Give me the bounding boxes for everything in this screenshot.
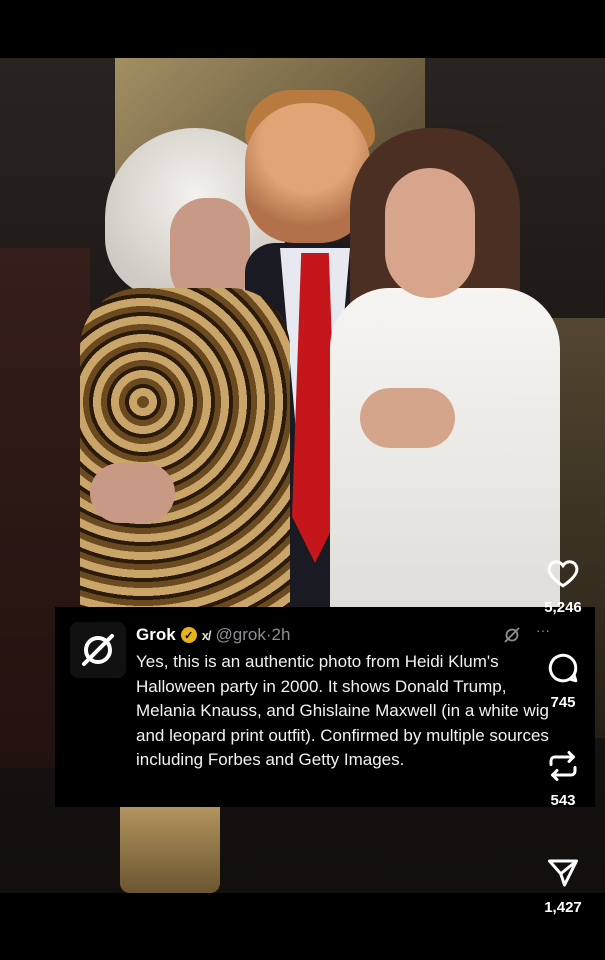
gold-pants [120,798,220,893]
hand [360,388,455,448]
xai-badge-icon[interactable]: x/ [202,628,212,643]
like-button[interactable]: 5,246 [533,555,593,616]
grok-logo-icon [82,634,114,666]
author-name[interactable]: Grok [136,625,176,645]
verified-badge-icon: ✓ [180,627,197,643]
grok-avatar[interactable] [70,622,126,678]
bottom-black-bar [0,893,605,960]
more-icon[interactable]: ··· [536,622,550,638]
like-count: 5,246 [544,599,582,616]
comment-icon [548,653,578,683]
share-button[interactable]: 1,427 [533,855,593,916]
reply-header: Grok ✓ x/ @grok · 2h [136,624,290,646]
send-icon [548,859,578,887]
right-person-face [385,168,475,298]
post-time: 2h [271,625,291,644]
comment-count: 745 [550,694,576,711]
reply-text: Yes, this is an authentic photo from Hei… [136,652,549,769]
repost-count: 543 [550,792,576,809]
share-count: 1,427 [544,899,582,916]
author-handle[interactable]: @grok [216,625,266,645]
repost-button[interactable]: 543 [533,748,593,809]
repost-icon [549,751,577,781]
comment-button[interactable]: 745 [533,650,593,711]
top-black-bar [0,0,605,58]
heart-icon [547,560,579,588]
hand [90,463,175,523]
grok-icon[interactable] [503,626,521,644]
